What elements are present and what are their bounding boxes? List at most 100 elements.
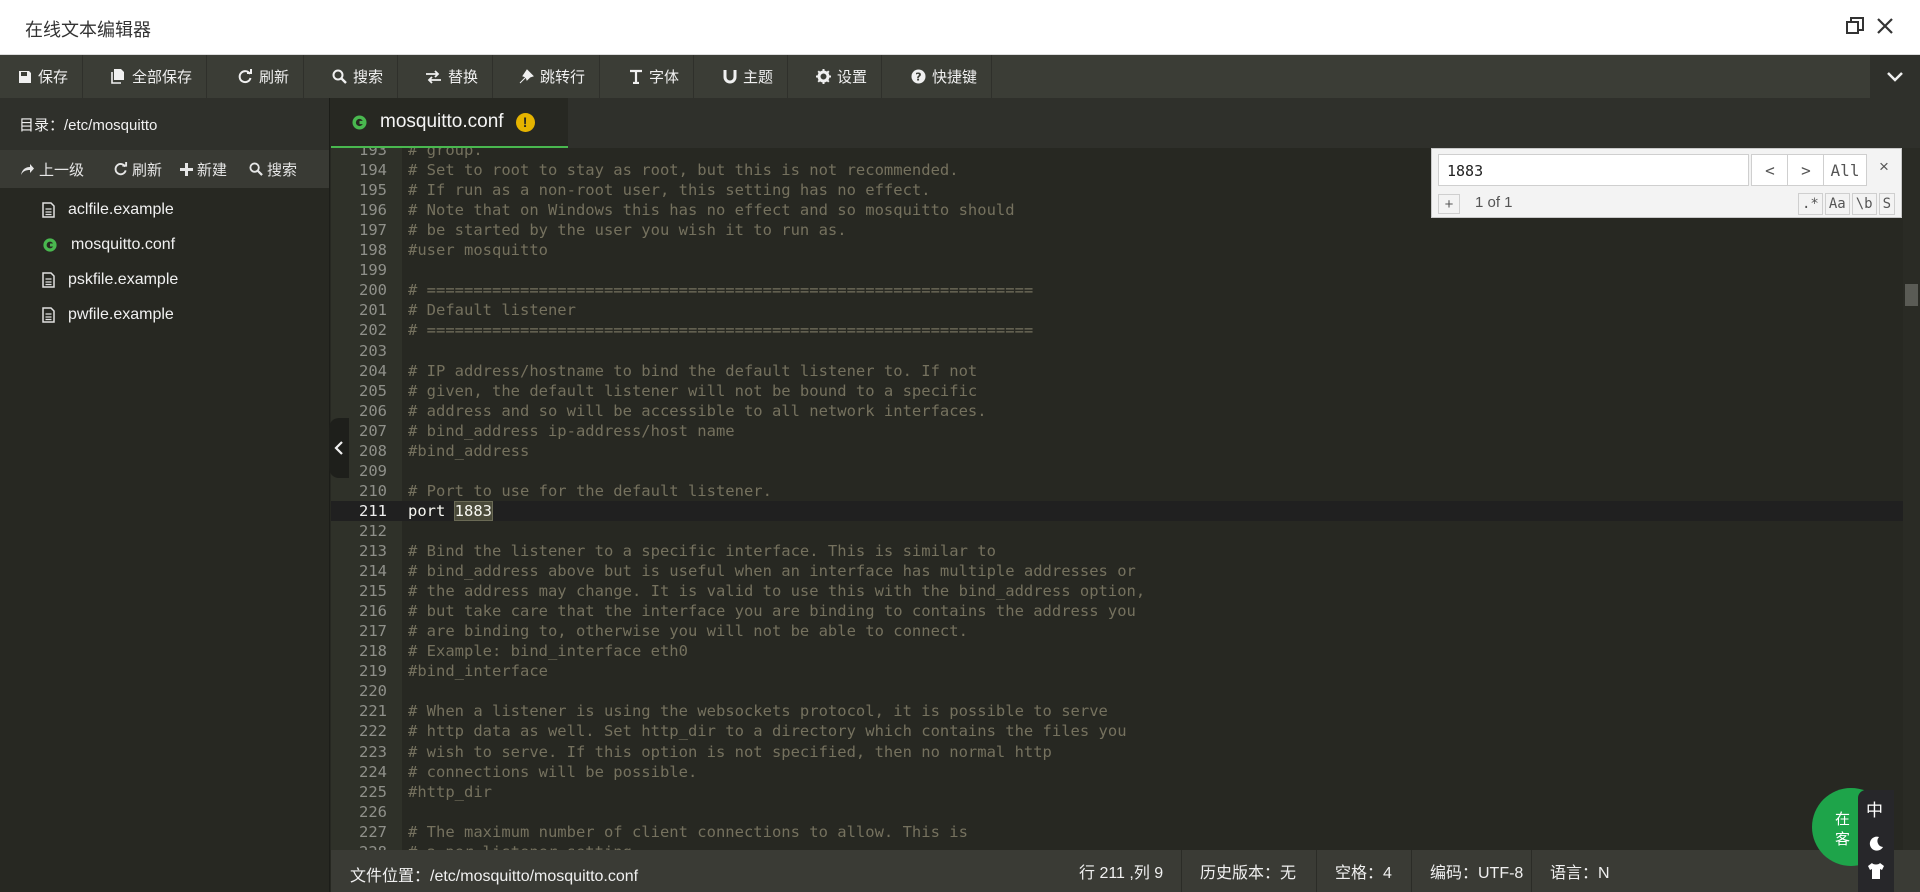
code-line[interactable]: 212	[331, 521, 1903, 541]
code-line[interactable]: 208 #bind_address	[331, 441, 1903, 461]
file-item-pwfile[interactable]: pwfile.example	[0, 297, 329, 332]
line-number: 200	[359, 281, 387, 300]
tab-mosquitto-conf[interactable]: mosquitto.conf !	[331, 98, 568, 148]
encoding-setting[interactable]: 编码：UTF-8	[1411, 850, 1523, 892]
code-line[interactable]: 207 # bind_address ip-address/host name	[331, 421, 1903, 441]
search-button[interactable]: 搜索	[314, 55, 399, 98]
line-text: #bind_address	[408, 441, 529, 461]
code-line[interactable]: 220	[331, 681, 1903, 701]
code-line[interactable]: 221 # When a listener is using the websoc…	[331, 701, 1903, 721]
code-line[interactable]: 226	[331, 802, 1903, 822]
line-text: # wish to serve. If this option is not s…	[408, 742, 1052, 762]
settings-button[interactable]: 设置	[798, 55, 883, 98]
code-line[interactable]: 201 # Default listener	[331, 300, 1903, 320]
line-number: 198	[359, 241, 387, 260]
code-line[interactable]: 213 # Bind the listener to a specific int…	[331, 541, 1903, 561]
goto-line-button[interactable]: 跳转行	[501, 55, 601, 98]
line-text: port 1883	[408, 500, 494, 521]
save-label: 保存	[38, 69, 69, 86]
cursor-position[interactable]: 行 211 ,列 9	[1061, 850, 1163, 892]
indent-setting[interactable]: 空格：4	[1316, 850, 1392, 892]
chat-widget-text-2: 客	[1835, 831, 1851, 848]
code-line[interactable]: 222 # http data as well. Set http_dir to …	[331, 721, 1903, 741]
restore-icon[interactable]	[1846, 17, 1864, 40]
code-line[interactable]: 227 # The maximum number of client connec…	[331, 822, 1903, 842]
gear-icon	[352, 114, 367, 130]
find-all-button[interactable]: All	[1823, 154, 1867, 186]
file-item-pskfile[interactable]: pskfile.example	[0, 262, 329, 297]
search-in-selection-toggle[interactable]: S	[1878, 193, 1895, 215]
save-button[interactable]: 保存	[0, 55, 84, 98]
vertical-scrollbar[interactable]	[1903, 148, 1920, 850]
code-line[interactable]: 225 #http_dir	[331, 782, 1903, 802]
code-line[interactable]: 216 # but take care that the interface yo…	[331, 601, 1903, 621]
line-code: # given, the default listener will not b…	[408, 381, 978, 400]
line-number: 215	[359, 582, 387, 601]
code-line[interactable]: 215 # the address may change. It is valid…	[331, 581, 1903, 601]
line-code: # Example: bind_interface eth0	[408, 642, 688, 661]
parent-dir-button[interactable]: 上一级	[20, 159, 84, 180]
line-number: 227	[359, 822, 387, 841]
toolbar-collapse-button[interactable]	[1870, 55, 1920, 98]
code-line[interactable]: 202 # ===================================…	[331, 320, 1903, 340]
gear-icon	[43, 237, 57, 252]
code-line[interactable]: 219 #bind_interface	[331, 661, 1903, 681]
find-input[interactable]: 1883	[1438, 154, 1749, 186]
ime-toolbar[interactable]: 中	[1858, 790, 1894, 892]
line-code: # Set to root to stay as root, but this …	[408, 161, 959, 180]
sidebar-refresh-button[interactable]: 刷新	[114, 159, 162, 180]
new-file-button[interactable]: 新建	[180, 159, 227, 180]
sidebar-collapse-handle[interactable]	[329, 418, 349, 478]
code-line[interactable]: 209	[331, 461, 1903, 481]
tab-label: mosquitto.conf	[380, 111, 504, 132]
case-sensitive-toggle[interactable]: Aa	[1824, 193, 1850, 215]
code-line[interactable]: 217 # are binding to, otherwise you will …	[331, 621, 1903, 641]
font-button[interactable]: 字体	[611, 55, 695, 98]
save-all-button[interactable]: 全部保存	[93, 55, 208, 98]
line-text: # Port to use for the default listener.	[408, 481, 772, 501]
code-editor[interactable]: 193 # group. 194 # Set to root to stay as r…	[331, 148, 1903, 850]
code-line[interactable]: 199	[331, 260, 1903, 280]
code-line[interactable]: 203	[331, 341, 1903, 361]
code-line[interactable]: 214 # bind_address above but is useful wh…	[331, 561, 1903, 581]
save-all-label: 全部保存	[132, 69, 193, 86]
scrollbar-thumb[interactable]	[1905, 284, 1918, 306]
line-number: 199	[359, 261, 387, 280]
line-code: # a per listener setting.	[408, 843, 641, 850]
code-line[interactable]: 228 # a per listener setting.	[331, 842, 1903, 850]
code-line[interactable]: 206 # address and so will be accessible t…	[331, 401, 1903, 421]
code-line[interactable]: 200 # ===================================…	[331, 280, 1903, 300]
code-line[interactable]: 198 #user mosquitto	[331, 240, 1903, 260]
line-number: 202	[359, 321, 387, 340]
theme-button[interactable]: 主题	[705, 55, 789, 98]
line-code: # bind_address above but is useful when …	[408, 562, 1136, 581]
code-line[interactable]: 197 # be started by the user you wish it …	[331, 220, 1903, 240]
file-item-mosquitto-conf[interactable]: mosquitto.conf	[0, 227, 329, 262]
find-close-button[interactable]: ×	[1879, 157, 1889, 177]
code-line[interactable]: 223 # wish to serve. If this option is no…	[331, 742, 1903, 762]
regex-toggle[interactable]: .*	[1797, 193, 1823, 215]
language-setting[interactable]: 语言：N	[1531, 850, 1610, 892]
file-item-aclfile[interactable]: aclfile.example	[0, 192, 329, 227]
gear-icon	[816, 69, 831, 84]
code-line[interactable]: 211 port 1883	[331, 500, 1903, 521]
code-line[interactable]: 204 # IP address/hostname to bind the def…	[331, 361, 1903, 381]
history-versions[interactable]: 历史版本：无	[1181, 850, 1296, 892]
replace-button[interactable]: 替换	[407, 55, 494, 98]
toggle-replace-button[interactable]: +	[1438, 194, 1460, 214]
line-number: 221	[359, 702, 387, 721]
code-line[interactable]: 224 # connections will be possible.	[331, 762, 1903, 782]
line-number: 216	[359, 602, 387, 621]
code-line[interactable]: 210 # Port to use for the default listene…	[331, 481, 1903, 501]
code-line[interactable]: 218 # Example: bind_interface eth0	[331, 641, 1903, 661]
close-icon[interactable]	[1876, 17, 1894, 40]
plus-icon	[180, 162, 194, 176]
whole-word-toggle[interactable]: \b	[1851, 193, 1877, 215]
find-next-button[interactable]: >	[1787, 154, 1825, 186]
refresh-button[interactable]: 刷新	[220, 55, 305, 98]
sidebar-search-button[interactable]: 搜索	[249, 159, 297, 180]
shortcuts-button[interactable]: ? 快捷键	[893, 55, 993, 98]
code-line[interactable]: 205 # given, the default listener will no…	[331, 381, 1903, 401]
find-options: .* Aa \b S	[1796, 193, 1895, 215]
find-prev-button[interactable]: <	[1751, 154, 1789, 186]
